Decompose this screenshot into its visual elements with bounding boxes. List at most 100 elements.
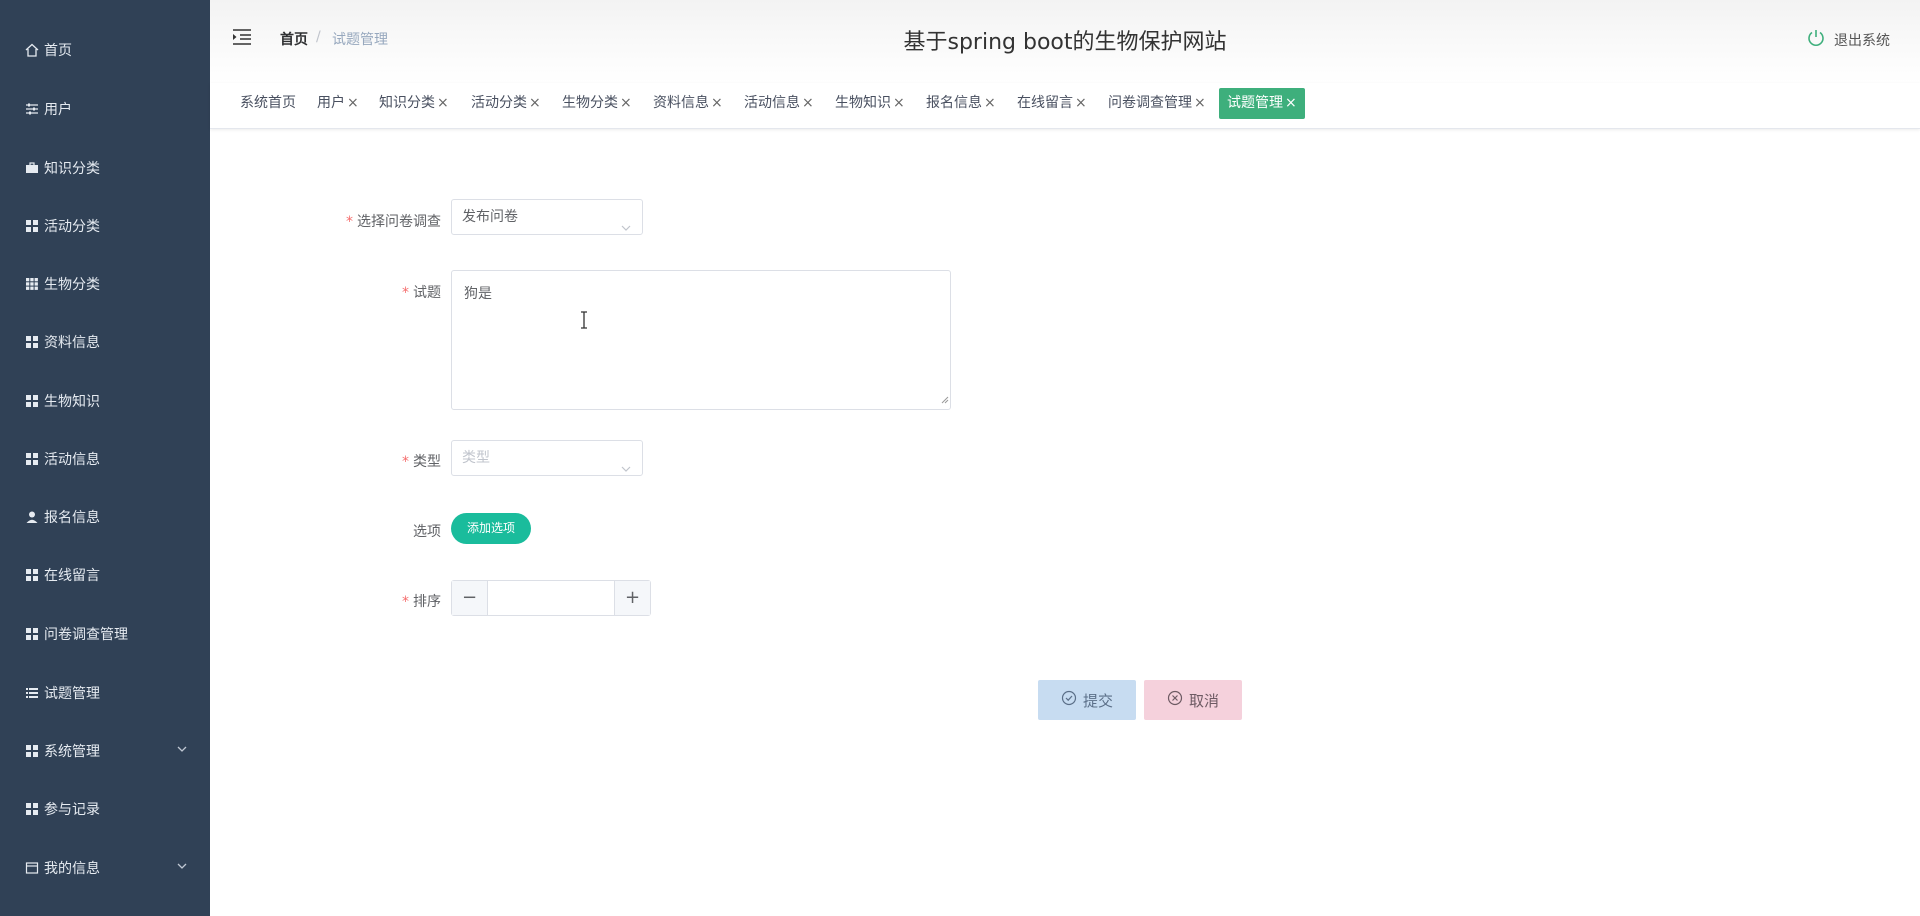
- close-icon[interactable]: ×: [984, 95, 996, 111]
- tag-question-management[interactable]: 试题管理 ×: [1219, 88, 1305, 119]
- tag-label: 试题管理: [1227, 95, 1283, 111]
- list-icon: [24, 685, 40, 701]
- tag-label: 用户: [317, 95, 345, 111]
- tag-messages[interactable]: 在线留言 ×: [1017, 88, 1087, 119]
- decrement-button[interactable]: −: [452, 581, 488, 615]
- sidebar-item-my-info[interactable]: 我的信息: [0, 843, 210, 893]
- sidebar-item-messages[interactable]: 在线留言: [0, 550, 210, 600]
- sidebar-item-activity-info[interactable]: 活动信息: [0, 434, 210, 484]
- close-icon[interactable]: ×: [437, 95, 449, 111]
- close-icon[interactable]: ×: [893, 95, 905, 111]
- sidebar-item-label: 我的信息: [44, 861, 100, 877]
- tag-bio-category[interactable]: 生物分类 ×: [562, 88, 632, 119]
- tag-materials[interactable]: 资料信息 ×: [653, 88, 723, 119]
- sort-label: * 排序: [241, 591, 441, 611]
- survey-select-value: 发布问卷: [462, 209, 518, 225]
- type-label: * 类型: [241, 451, 441, 471]
- sidebar-item-label: 参与记录: [44, 802, 100, 818]
- tag-label: 问卷调查管理: [1108, 95, 1192, 111]
- home-icon: [24, 42, 40, 58]
- sliders-icon: [24, 101, 40, 117]
- cancel-label: 取消: [1188, 691, 1219, 710]
- tag-label: 生物知识: [835, 95, 891, 111]
- grid9-icon: [24, 276, 40, 292]
- tag-activity-info[interactable]: 活动信息 ×: [744, 88, 814, 119]
- sort-input[interactable]: [489, 581, 613, 615]
- tag-survey-management[interactable]: 问卷调查管理 ×: [1108, 88, 1206, 119]
- tag-label: 活动分类: [471, 95, 527, 111]
- sidebar-item-home[interactable]: 首页: [0, 25, 210, 75]
- options-label: 选项: [241, 521, 441, 541]
- sidebar-item-survey-management[interactable]: 问卷调查管理: [0, 609, 210, 659]
- sidebar-item-registration[interactable]: 报名信息: [0, 492, 210, 542]
- chevron-down-icon: [176, 860, 188, 876]
- close-icon[interactable]: ×: [347, 95, 359, 111]
- increment-button[interactable]: +: [614, 581, 650, 615]
- type-label-text: 类型: [413, 454, 441, 470]
- grid-icon: [24, 801, 40, 817]
- sidebar-item-label: 系统管理: [44, 744, 100, 760]
- sidebar-item-question-management[interactable]: 试题管理: [0, 668, 210, 718]
- survey-select[interactable]: 发布问卷: [451, 199, 643, 235]
- card-icon: [24, 860, 40, 876]
- sidebar: 首页 用户 知识分类 活动分类 生物分类 资料信息 生物知识 活动信息 报名信息…: [0, 0, 210, 916]
- tag-registration[interactable]: 报名信息 ×: [926, 88, 996, 119]
- resize-handle-icon[interactable]: [941, 392, 949, 408]
- sidebar-item-materials[interactable]: 资料信息: [0, 317, 210, 367]
- chevron-down-icon: [620, 212, 632, 246]
- tag-home[interactable]: 系统首页: [240, 88, 296, 119]
- sidebar-item-label: 活动信息: [44, 452, 100, 468]
- grid-icon: [24, 626, 40, 642]
- required-mark: *: [402, 454, 409, 470]
- sidebar-item-knowledge-category[interactable]: 知识分类: [0, 143, 210, 193]
- add-option-button[interactable]: 添加选项: [451, 513, 531, 544]
- tag-label: 系统首页: [240, 95, 296, 111]
- tag-label: 活动信息: [744, 95, 800, 111]
- top-header: 首页 / 试题管理 基于spring boot的生物保护网站 退出系统: [210, 0, 1920, 83]
- cancel-button[interactable]: 取消: [1144, 680, 1242, 720]
- submit-button[interactable]: 提交: [1038, 680, 1136, 720]
- check-circle-icon: [1061, 690, 1083, 710]
- sidebar-item-label: 报名信息: [44, 510, 100, 526]
- close-icon[interactable]: ×: [802, 95, 814, 111]
- survey-label: * 选择问卷调查: [241, 211, 441, 231]
- sidebar-item-participation-records[interactable]: 参与记录: [0, 784, 210, 834]
- sidebar-item-label: 用户: [44, 102, 72, 118]
- close-icon[interactable]: ×: [1075, 95, 1087, 111]
- sort-label-text: 排序: [413, 594, 441, 610]
- chevron-down-icon: [176, 743, 188, 759]
- sidebar-item-bio-category[interactable]: 生物分类: [0, 259, 210, 309]
- grid-icon: [24, 393, 40, 409]
- tag-bio-knowledge[interactable]: 生物知识 ×: [835, 88, 905, 119]
- submit-label: 提交: [1082, 691, 1113, 710]
- grid-icon: [24, 743, 40, 759]
- close-icon[interactable]: ×: [711, 95, 723, 111]
- site-title: 基于spring boot的生物保护网站: [903, 30, 1227, 55]
- tag-label: 资料信息: [653, 95, 709, 111]
- required-mark: *: [402, 594, 409, 610]
- logout-label: 退出系统: [1834, 33, 1890, 49]
- text-cursor-icon: [579, 311, 589, 333]
- tag-knowledge-category[interactable]: 知识分类 ×: [379, 88, 449, 119]
- sidebar-item-bio-knowledge[interactable]: 生物知识: [0, 376, 210, 426]
- sidebar-item-users[interactable]: 用户: [0, 84, 210, 134]
- tag-label: 知识分类: [379, 95, 435, 111]
- sidebar-item-activity-category[interactable]: 活动分类: [0, 201, 210, 251]
- question-label: * 试题: [241, 282, 441, 302]
- close-icon[interactable]: ×: [620, 95, 632, 111]
- close-icon[interactable]: ×: [529, 95, 541, 111]
- sidebar-item-label: 资料信息: [44, 335, 100, 351]
- logout-button[interactable]: 退出系统: [1806, 28, 1890, 52]
- type-select[interactable]: 类型: [451, 440, 643, 476]
- tag-users[interactable]: 用户 ×: [317, 88, 359, 119]
- sidebar-item-label: 问卷调查管理: [44, 627, 128, 643]
- sidebar-item-label: 试题管理: [44, 686, 100, 702]
- tag-label: 在线留言: [1017, 95, 1073, 111]
- question-label-text: 试题: [413, 285, 441, 301]
- tag-activity-category[interactable]: 活动分类 ×: [471, 88, 541, 119]
- close-icon[interactable]: ×: [1285, 95, 1297, 111]
- sidebar-item-system-management[interactable]: 系统管理: [0, 726, 210, 776]
- question-textarea[interactable]: 狗是: [451, 270, 951, 410]
- close-icon[interactable]: ×: [1194, 95, 1206, 111]
- type-select-placeholder: 类型: [462, 450, 490, 466]
